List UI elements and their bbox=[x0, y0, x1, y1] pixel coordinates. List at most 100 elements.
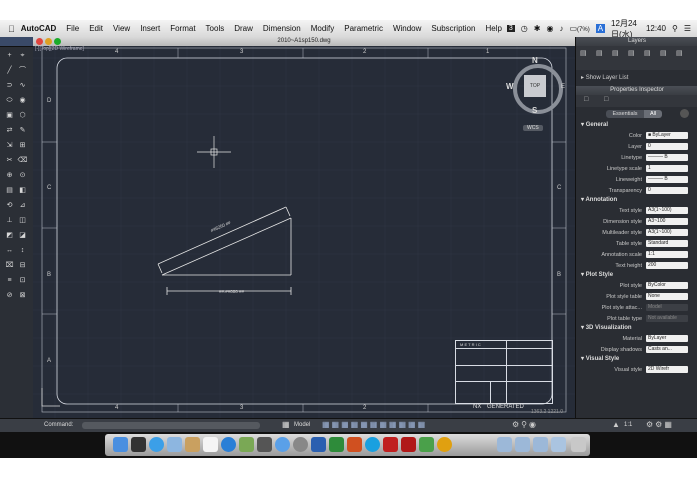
prop-value-color[interactable]: ■ ByLayer bbox=[646, 132, 688, 139]
tool-button-icon[interactable]: ⊃ bbox=[4, 81, 15, 90]
layer-current-icon[interactable]: ▤ bbox=[660, 49, 667, 57]
tool-button-icon[interactable]: ⇄ bbox=[4, 126, 15, 135]
viewcube-top-face[interactable]: TOP bbox=[524, 75, 546, 97]
layer-props-icon[interactable]: ▤ bbox=[596, 49, 603, 57]
compass-south[interactable]: S bbox=[532, 106, 537, 115]
section-visual-style[interactable]: ▾ Visual Style bbox=[576, 355, 697, 364]
documents-folder-icon[interactable] bbox=[515, 437, 530, 452]
acrobat-icon[interactable] bbox=[401, 437, 416, 452]
powerpoint-icon[interactable] bbox=[347, 437, 362, 452]
tool-button-icon[interactable]: ╱ bbox=[4, 66, 15, 75]
layer-match-icon[interactable]: ▤ bbox=[676, 49, 683, 57]
workspace-icon[interactable]: ⚙⚲◉ bbox=[512, 420, 538, 429]
select-objects-icon[interactable]: □ bbox=[604, 96, 608, 103]
tool-button-icon[interactable]: ◩ bbox=[4, 231, 15, 240]
prop-value-display-shadows[interactable]: Casts an... bbox=[646, 346, 688, 353]
status-settings-icon[interactable]: ⚙⚙▦ bbox=[646, 420, 674, 429]
tab-essentials[interactable]: Essentials bbox=[606, 110, 644, 118]
search-icon[interactable]: ⚲ bbox=[672, 24, 678, 33]
compass-east[interactable]: E bbox=[561, 84, 565, 90]
prop-value-layer[interactable]: 0 bbox=[646, 143, 688, 150]
menu-help[interactable]: Help bbox=[480, 24, 506, 33]
minimize-window-icon[interactable] bbox=[45, 38, 52, 45]
tool-button-icon[interactable]: ↕ bbox=[17, 246, 28, 255]
menu-modify[interactable]: Modify bbox=[306, 24, 340, 33]
new-layer-icon[interactable]: ▤ bbox=[580, 49, 587, 57]
zoom-window-icon[interactable] bbox=[54, 38, 61, 45]
menu-format[interactable]: Format bbox=[165, 24, 200, 33]
tool-button-icon[interactable]: ⌫ bbox=[17, 156, 28, 165]
tool-button-icon[interactable]: ⟲ bbox=[4, 201, 15, 210]
tool-button-icon[interactable]: ⊙ bbox=[17, 171, 28, 180]
command-input[interactable] bbox=[82, 422, 260, 429]
tool-button-icon[interactable]: ≡ bbox=[4, 276, 15, 285]
tool-button-icon[interactable]: ⌒ bbox=[17, 66, 28, 75]
notification-icon[interactable]: 3 bbox=[506, 25, 515, 32]
annotation-scale-icon[interactable]: ▲ bbox=[612, 420, 620, 429]
dashboard-icon[interactable] bbox=[131, 437, 146, 452]
snap-grid-toggles-icon[interactable]: ▦▦▦▦▦▦▦▦▦▦▦ bbox=[322, 420, 427, 429]
prop-value-table-style[interactable]: Standard bbox=[646, 240, 688, 247]
menu-window[interactable]: Window bbox=[388, 24, 426, 33]
section-plot-style[interactable]: ▾ Plot Style bbox=[576, 271, 697, 280]
tool-button-icon[interactable]: ◫ bbox=[17, 216, 28, 225]
tool-button-icon[interactable]: ⌧ bbox=[4, 261, 15, 270]
app-icon[interactable] bbox=[419, 437, 434, 452]
properties-settings-icon[interactable] bbox=[680, 109, 689, 118]
itunes-icon[interactable] bbox=[221, 437, 236, 452]
tool-sets-header[interactable] bbox=[0, 37, 33, 47]
menu-subscription[interactable]: Subscription bbox=[426, 24, 480, 33]
menu-edit[interactable]: Edit bbox=[84, 24, 108, 33]
tool-button-icon[interactable]: ▤ bbox=[4, 186, 15, 195]
prop-value-material[interactable]: ByLayer bbox=[646, 335, 688, 342]
prop-value-linetype[interactable]: ——— B bbox=[646, 154, 688, 161]
menubar-time[interactable]: 12:40 bbox=[646, 24, 666, 33]
stack-folder-icon[interactable] bbox=[551, 437, 566, 452]
iphoto-icon[interactable] bbox=[239, 437, 254, 452]
list-icon[interactable]: ☰ bbox=[684, 24, 691, 33]
tool-button-icon[interactable]: ◉ bbox=[17, 96, 28, 105]
safari-icon[interactable] bbox=[149, 437, 164, 452]
tool-button-icon[interactable]: ⊞ bbox=[17, 141, 28, 150]
excel-icon[interactable] bbox=[329, 437, 344, 452]
tool-button-icon[interactable]: ⇲ bbox=[4, 141, 15, 150]
facebook-icon[interactable] bbox=[437, 437, 452, 452]
quick-select-icon[interactable]: □ bbox=[584, 96, 588, 103]
tool-button-icon[interactable]: ✎ bbox=[17, 126, 28, 135]
prop-value-plot-style[interactable]: ByColor bbox=[646, 282, 688, 289]
menu-file[interactable]: File bbox=[61, 24, 84, 33]
layer-freeze-icon[interactable]: ▤ bbox=[612, 49, 619, 57]
close-window-icon[interactable] bbox=[36, 38, 43, 45]
system-preferences-icon[interactable] bbox=[293, 437, 308, 452]
tool-button-icon[interactable]: ⬭ bbox=[4, 96, 15, 105]
menu-parametric[interactable]: Parametric bbox=[339, 24, 388, 33]
prop-value-visual-style[interactable]: 2D Wirefr bbox=[646, 366, 688, 373]
wifi-icon[interactable]: ◉ bbox=[546, 24, 553, 33]
tool-button-icon[interactable]: ✂ bbox=[4, 156, 15, 165]
tool-button-icon[interactable]: ◪ bbox=[17, 231, 28, 240]
annotation-scale[interactable]: 1:1 bbox=[624, 422, 632, 428]
battery-icon[interactable]: ▭(7%) bbox=[569, 24, 589, 33]
drawing-canvas[interactable]: 4 3 2 1 4 3 2 D C B A C B [-][Top][2D Wi… bbox=[33, 46, 575, 418]
menu-insert[interactable]: Insert bbox=[135, 24, 165, 33]
tool-button-icon[interactable]: ⊘ bbox=[4, 291, 15, 300]
bluetooth-icon[interactable]: ✱ bbox=[534, 24, 541, 33]
input-method-icon[interactable]: A bbox=[595, 24, 606, 33]
prop-value-transparency[interactable]: 0 bbox=[646, 187, 688, 194]
prop-value-text-style[interactable]: A3(1~100) bbox=[646, 207, 688, 214]
prop-value-text-height[interactable]: 200 bbox=[646, 262, 688, 269]
tool-button-icon[interactable]: ▣ bbox=[4, 111, 15, 120]
tool-button-icon[interactable]: ⊟ bbox=[17, 261, 28, 270]
autocad-icon[interactable] bbox=[383, 437, 398, 452]
prop-value-multileader-style[interactable]: A3(1~100) bbox=[646, 229, 688, 236]
tab-all[interactable]: All bbox=[644, 110, 662, 118]
menu-draw[interactable]: Draw bbox=[229, 24, 258, 33]
trash-icon[interactable] bbox=[571, 437, 586, 452]
prop-value-plot-style-table[interactable]: None bbox=[646, 293, 688, 300]
prop-value-annotation-scale[interactable]: 1:1 bbox=[646, 251, 688, 258]
layer-lock-icon[interactable]: ▤ bbox=[628, 49, 635, 57]
tool-button-icon[interactable]: + bbox=[4, 51, 15, 60]
facetime-icon[interactable] bbox=[257, 437, 272, 452]
prop-value-lineweight[interactable]: ——— B bbox=[646, 176, 688, 183]
tool-button-icon[interactable]: ⊠ bbox=[17, 291, 28, 300]
